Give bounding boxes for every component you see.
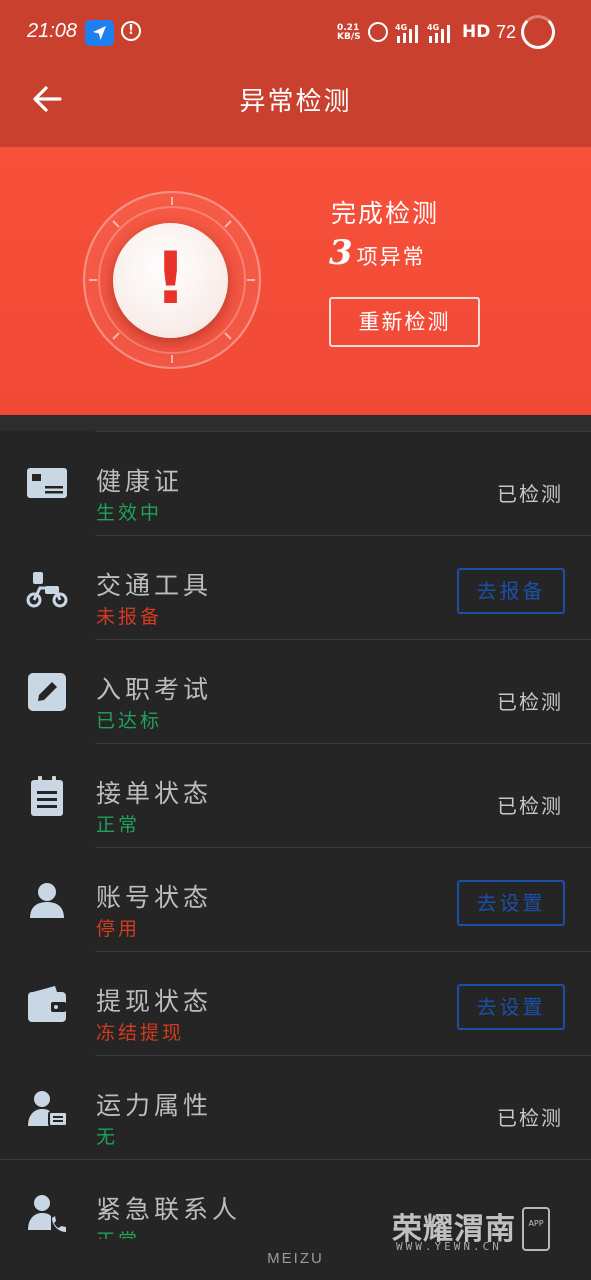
phone-icon: APP — [522, 1207, 550, 1251]
signal-4g-icon-2: 4G — [427, 23, 450, 43]
top-bar: 21:08 ! 0.21 KB/S 4G 4G HD 72 异常检测 — [0, 0, 591, 147]
anomaly-count-line: 3 项异常 — [329, 233, 426, 273]
detection-complete-text: 完成检测 — [331, 199, 440, 228]
item-title: 提现状态 — [96, 987, 213, 1016]
item-title: 账号状态 — [96, 883, 213, 912]
item-status: 已达标 — [96, 710, 163, 732]
item-title: 入职考试 — [96, 675, 213, 704]
item-status: 正常 — [96, 1226, 140, 1239]
navigation-app-icon — [85, 20, 114, 46]
item-title: 接单状态 — [96, 779, 213, 808]
alert-badge: ! — [113, 223, 228, 338]
signal-4g-icon-1: 4G — [395, 23, 418, 43]
checked-label: 已检测 — [497, 690, 563, 714]
list-item-order-status[interactable]: 接单状态 正常 已检测 — [0, 743, 591, 847]
item-status: 正常 — [96, 814, 141, 836]
user-card-icon — [28, 1091, 68, 1127]
status-bar: 21:08 ! 0.21 KB/S 4G 4G HD 72 — [0, 0, 591, 66]
withdrawal-settings-button[interactable]: 去设置 — [457, 984, 565, 1030]
hd-label: HD — [462, 22, 491, 42]
item-status: 停用 — [96, 918, 141, 940]
report-button[interactable]: 去报备 — [457, 568, 565, 614]
edit-icon — [28, 673, 66, 711]
item-title: 健康证 — [96, 467, 184, 496]
list-item-entry-exam[interactable]: 入职考试 已达标 已检测 — [0, 639, 591, 743]
exclamation-icon: ! — [154, 236, 187, 320]
hero-panel: ! 完成检测 3 项异常 重新检测 — [0, 147, 591, 415]
item-status: 无 — [96, 1126, 119, 1148]
section-divider — [0, 415, 591, 431]
anomaly-count-suffix: 项异常 — [356, 245, 426, 269]
list-item-health-certificate[interactable]: 健康证 生效中 已检测 — [0, 431, 591, 535]
wallet-icon — [28, 986, 66, 1022]
battery-level: 72 — [496, 22, 517, 42]
item-status: 冻结提现 — [96, 1022, 185, 1044]
anomaly-count: 3 — [329, 233, 353, 273]
battery-ring-icon — [521, 15, 555, 49]
list-item-capacity-attribute[interactable]: 运力属性 无 已检测 — [0, 1055, 591, 1159]
item-status: 未报备 — [96, 606, 163, 628]
recheck-button[interactable]: 重新检测 — [329, 297, 480, 347]
user-phone-icon — [28, 1195, 66, 1232]
status-time: 21:08 — [27, 20, 78, 42]
list-item-account-status[interactable]: 账号状态 停用 去设置 — [0, 847, 591, 951]
phone-icon-label: APP — [528, 1219, 544, 1228]
item-status: 生效中 — [96, 502, 163, 524]
checked-label: 已检测 — [497, 482, 563, 506]
net-speed-unit: KB/S — [337, 32, 361, 42]
account-settings-button[interactable]: 去设置 — [457, 880, 565, 926]
item-title: 交通工具 — [96, 571, 213, 600]
list-item-withdrawal-status[interactable]: 提现状态 冻结提现 去设置 — [0, 951, 591, 1055]
alert-status-icon: ! — [121, 21, 141, 41]
network-label-2: 4G — [427, 23, 439, 32]
user-icon — [30, 883, 64, 918]
alarm-icon — [368, 22, 388, 42]
clipboard-icon — [31, 776, 63, 816]
network-label-1: 4G — [395, 23, 407, 32]
checked-label: 已检测 — [497, 794, 563, 818]
item-title: 运力属性 — [96, 1091, 213, 1120]
scooter-icon — [26, 572, 68, 608]
page-title: 异常检测 — [239, 87, 352, 117]
check-list: 健康证 生效中 已检测 交通工具 未报备 去报备 入职考试 已达标 已检测 接单… — [0, 431, 591, 1239]
device-brand: MEIZU — [267, 1250, 324, 1267]
id-card-icon — [27, 468, 67, 498]
net-speed: 0.21 KB/S — [337, 24, 361, 42]
checked-label: 已检测 — [497, 1106, 563, 1130]
item-title: 紧急联系人 — [96, 1195, 242, 1224]
list-item-vehicle[interactable]: 交通工具 未报备 去报备 — [0, 535, 591, 639]
